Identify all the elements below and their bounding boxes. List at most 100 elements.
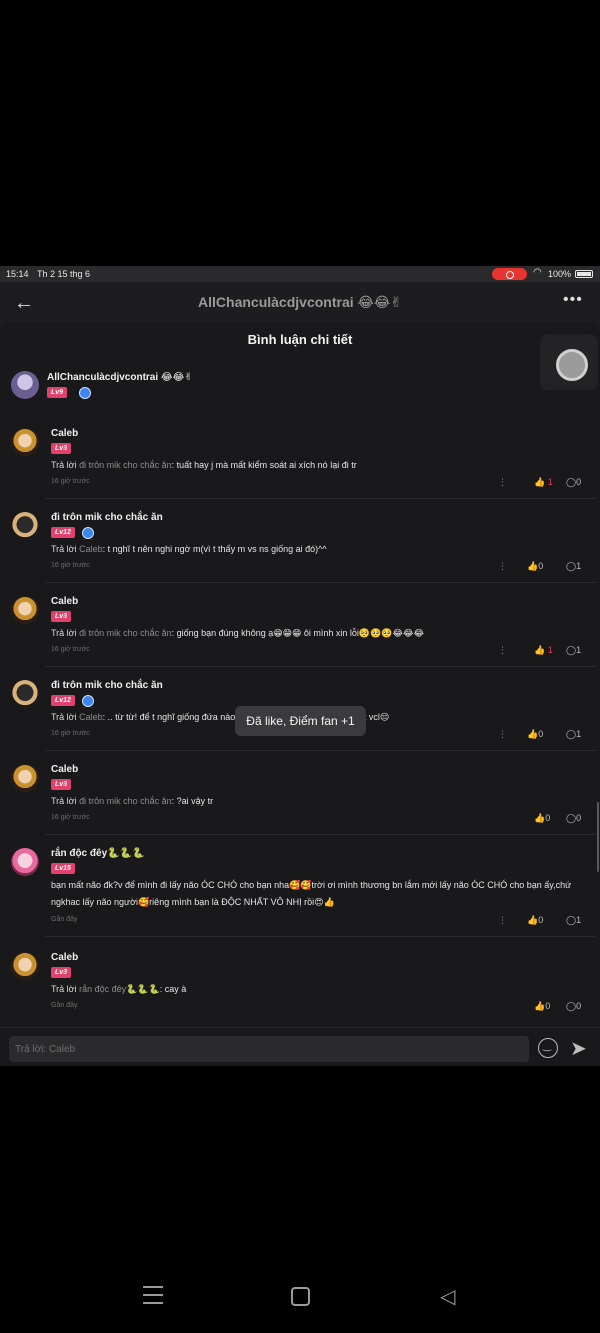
system-nav-bar: ◁ (0, 1276, 600, 1316)
like-count: 0 (538, 729, 544, 739)
thumb-up-icon: 👍 (534, 1001, 546, 1011)
comment-count: 1 (576, 729, 582, 739)
like-button[interactable]: 👍0 (534, 813, 550, 824)
scrollbar[interactable] (597, 802, 599, 872)
divider (45, 936, 596, 937)
comment-bubble-icon: ◯ (566, 915, 577, 925)
reply-prefix: Trả lời (51, 796, 80, 806)
thumb-up-icon: 👍 (534, 645, 546, 655)
comment-bubble-icon: ◯ (566, 729, 577, 739)
thumb-up-icon: 👍 (527, 561, 539, 571)
reply-target[interactable]: Caleb (79, 544, 103, 554)
thumb-up-icon: 👍 (534, 813, 546, 823)
comment-author[interactable]: Caleb (51, 596, 78, 607)
comment-author[interactable]: Caleb (51, 952, 78, 963)
comment-count: 0 (576, 813, 582, 823)
comment-time: 16 giờ trước (51, 730, 90, 737)
avatar[interactable] (11, 371, 39, 399)
recent-apps-icon[interactable] (143, 1286, 163, 1306)
reply-target[interactable]: đi trôn mik cho chắc ăn (79, 796, 172, 806)
level-badge: Lv3 (51, 611, 72, 622)
comment-detail-sheet: Bình luận chi tiết ✕ AllChanculàcdjvcont… (0, 322, 600, 1066)
more-dots-icon[interactable]: ⋮ (498, 645, 507, 656)
divider (45, 666, 596, 667)
comment-author[interactable]: đi trôn mik cho chắc ăn (51, 512, 163, 523)
more-dots-icon[interactable]: ⋮ (498, 915, 507, 926)
comment-time: Gần đây (51, 1002, 78, 1009)
level-badge: Lv12 (51, 527, 75, 538)
status-date: Th 2 15 thg 6 (37, 269, 91, 279)
reply-prefix: Trả lời (51, 460, 80, 470)
comment-count-button[interactable]: ◯1 (566, 645, 581, 656)
toast-message: Đã like, Điểm fan +1 (235, 706, 366, 736)
status-time: 15:14 (6, 269, 29, 279)
like-count: 0 (545, 1001, 551, 1011)
more-dots-icon[interactable]: ••• (563, 291, 583, 309)
comment-author[interactable]: đi trôn mik cho chắc ăn (51, 680, 163, 691)
like-count: 1 (547, 477, 553, 487)
like-count: 1 (547, 645, 553, 655)
like-button[interactable]: 👍 1 (534, 477, 553, 488)
avatar[interactable] (11, 680, 39, 708)
comment-count-button[interactable]: ◯1 (566, 915, 581, 926)
reply-target[interactable]: đi trôn mik cho chắc ăn (79, 460, 172, 470)
comment-count: 1 (576, 915, 582, 925)
app-header: ← AllChanculàcdjvcontrai 😂😂✌ ••• (0, 282, 600, 326)
comment-text: Trả lời đi trôn mik cho chắc ăn: tuất ha… (51, 457, 596, 474)
comment-count: 0 (576, 477, 582, 487)
battery-icon (575, 270, 593, 278)
reply-prefix: Trả lời (51, 628, 80, 638)
like-button[interactable]: 👍0 (527, 561, 543, 572)
divider (45, 750, 596, 751)
comment-author[interactable]: Caleb (51, 428, 78, 439)
floating-assistive-button[interactable] (540, 334, 598, 390)
avatar[interactable] (11, 428, 39, 456)
like-button[interactable]: 👍0 (534, 1001, 550, 1012)
home-icon[interactable] (291, 1287, 310, 1306)
send-icon[interactable]: ➤ (570, 1036, 587, 1061)
avatar[interactable] (11, 764, 39, 792)
comment-count-button[interactable]: ◯0 (566, 813, 581, 824)
emoji-icon[interactable] (538, 1038, 558, 1058)
comment-time: 16 giờ trước (51, 562, 90, 569)
back-triangle-icon[interactable]: ◁ (440, 1284, 455, 1309)
avatar[interactable] (11, 512, 39, 540)
reply-bar: ➤ (0, 1027, 600, 1066)
avatar[interactable] (11, 952, 39, 980)
reply-input[interactable] (9, 1036, 529, 1062)
more-dots-icon[interactable]: ⋮ (498, 477, 507, 488)
like-count: 0 (538, 915, 544, 925)
more-dots-icon[interactable]: ⋮ (498, 729, 507, 740)
sheet-title: Bình luận chi tiết (247, 332, 353, 347)
verified-badge-icon (79, 387, 91, 399)
avatar[interactable] (11, 848, 39, 876)
comment-author[interactable]: Caleb (51, 764, 78, 775)
comment-bubble-icon: ◯ (566, 561, 577, 571)
comment-author[interactable]: AllChanculàcdjvcontrai 😂😂✌ (47, 372, 193, 383)
like-button[interactable]: 👍0 (527, 729, 543, 740)
comment-count-button[interactable]: ◯1 (566, 561, 581, 572)
comment-count-button[interactable]: ◯1 (566, 729, 581, 740)
verified-badge-icon (82, 527, 94, 539)
like-button[interactable]: 👍 1 (534, 645, 553, 656)
recording-indicator-icon (492, 268, 527, 280)
verified-badge-icon (82, 695, 94, 707)
comment-count-button[interactable]: ◯0 (566, 1001, 581, 1012)
comment-count-button[interactable]: ◯0 (566, 477, 581, 488)
comment-bubble-icon: ◯ (566, 813, 577, 823)
level-badge: Lv9 (47, 387, 68, 398)
avatar[interactable] (11, 596, 39, 624)
comment-body: : ?ai vậy tr (171, 796, 214, 806)
reply-target[interactable]: rắn độc đêy🐍🐍🐍 (79, 984, 160, 994)
like-button[interactable]: 👍0 (527, 915, 543, 926)
reply-target[interactable]: Caleb (79, 712, 103, 722)
comment-author[interactable]: rắn độc đêy🐍🐍🐍 (51, 848, 144, 859)
comment-text: Trả lời đi trôn mik cho chắc ăn: ?ai vậy… (51, 793, 596, 810)
like-count: 0 (538, 561, 544, 571)
reply-target[interactable]: đi trôn mik cho chắc ăn (79, 628, 172, 638)
more-dots-icon[interactable]: ⋮ (498, 561, 507, 572)
comment-time: 16 giờ trước (51, 646, 90, 653)
comment-bubble-icon: ◯ (566, 477, 577, 487)
thumb-up-icon: 👍 (534, 477, 546, 487)
divider (45, 582, 596, 583)
